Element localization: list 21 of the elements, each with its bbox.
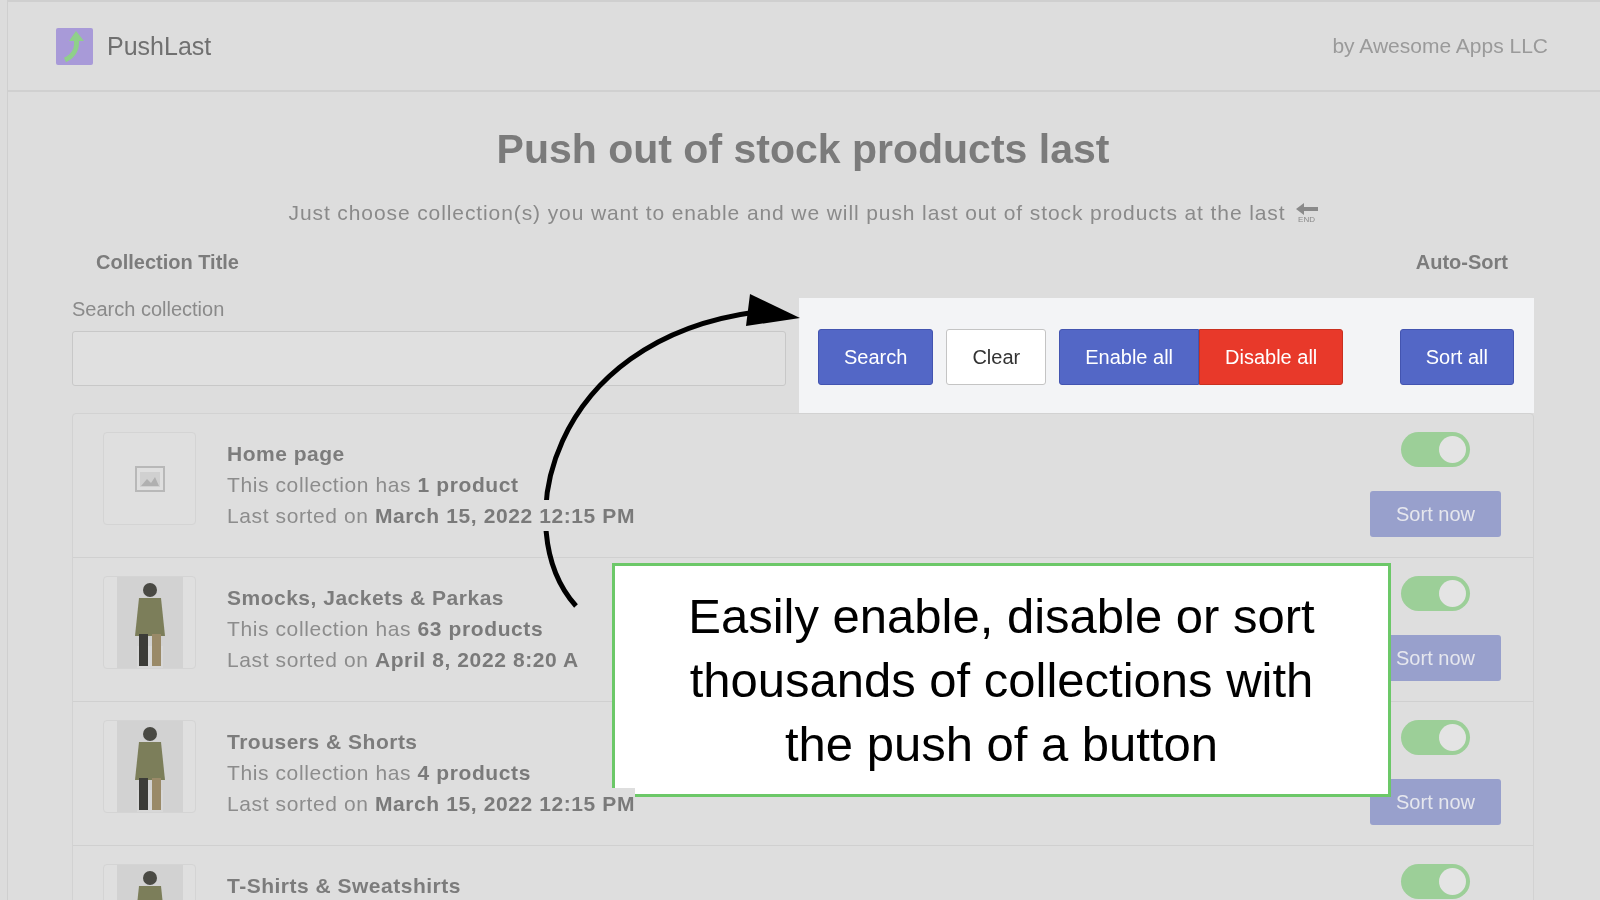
- toggle-switch[interactable]: [1401, 720, 1470, 755]
- toggle-switch[interactable]: [1401, 864, 1470, 899]
- column-heading: Collection Title: [96, 251, 239, 274]
- toolbar-button[interactable]: Sort all: [1399, 329, 1514, 385]
- page-title: Push out of stock products last: [495, 126, 1111, 173]
- toolbar-button[interactable]: Search: [818, 329, 934, 385]
- callout-tooltip: Easily enable, disable or sort thousands of collections with the push of a button: [612, 563, 1391, 797]
- app-name: PushLast: [107, 31, 212, 61]
- page-subtitle: Just choose collection(s) you want to enable and we will push last out of stock products at the last: [288, 201, 1286, 225]
- last-sorted: Last sorted on March 15, 2022 12:15 PM: [227, 500, 636, 531]
- search-field[interactable]: [72, 331, 786, 386]
- field-label: Search collection: [72, 298, 226, 321]
- toolbar-button[interactable]: Enable all: [1059, 329, 1199, 385]
- toolbar-button[interactable]: Disable all: [1199, 329, 1344, 385]
- image-placeholder-icon: [134, 465, 165, 492]
- logo-icon: [56, 27, 93, 65]
- column-heading: Auto-Sort: [1415, 251, 1508, 274]
- toggle-switch[interactable]: [1401, 432, 1470, 467]
- vendor-name: by Awesome Apps LLC: [1332, 34, 1548, 58]
- toolbar-button[interactable]: Clear: [946, 329, 1047, 385]
- toggle-switch[interactable]: [1401, 576, 1470, 611]
